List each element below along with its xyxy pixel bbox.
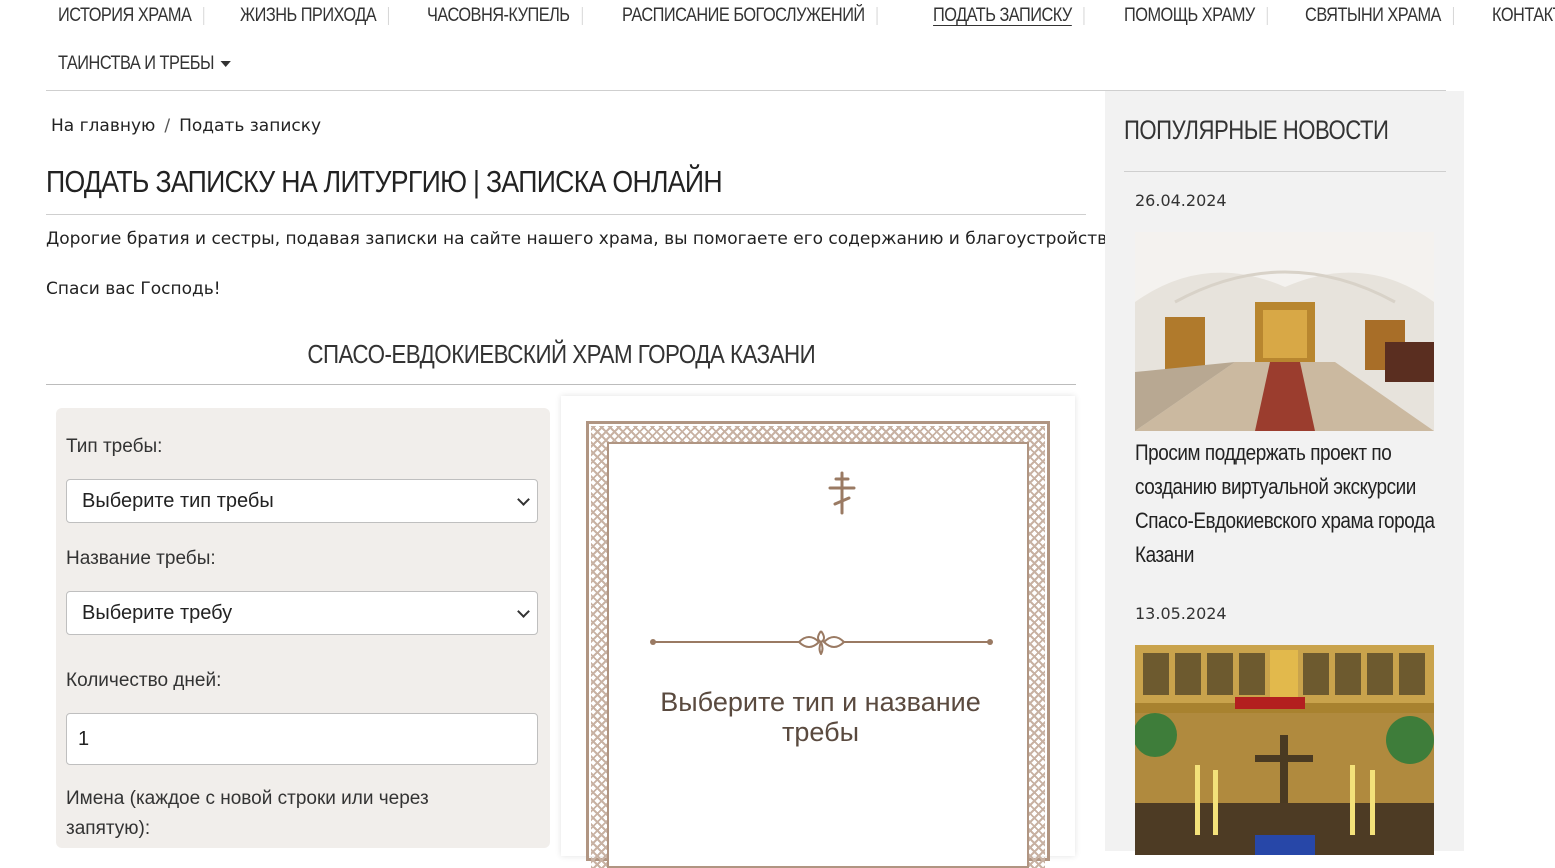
breadcrumb-separator: / [164, 116, 171, 136]
news-title-link[interactable]: Просим поддержать проект по созданию вир… [1135, 436, 1455, 572]
ornament-divider-icon [650, 630, 993, 655]
breadcrumb-current: Подать записку [179, 116, 322, 136]
sidebar-popular-news: ПОПУЛЯРНЫЕ НОВОСТИ 26.04.2024 Просим под… [1105, 91, 1464, 855]
church-interior-image [1135, 232, 1434, 431]
thanks-text: Спаси вас Господь! [46, 279, 221, 299]
section-title-text: СПАСО-ЕВДОКИЕВСКИЙ ХРАМ ГОРОДА КАЗАНИ [307, 339, 815, 369]
page-title: ПОДАТЬ ЗАПИСКУ НА ЛИТУРГИЮ | ЗАПИСКА ОНЛ… [46, 160, 1086, 215]
nav-item-submit-note[interactable]: ПОДАТЬ ЗАПИСКУ [921, 6, 1085, 25]
type-select[interactable]: Выберите тип требы [66, 479, 538, 523]
orthodox-cross-icon [828, 471, 856, 515]
main-navigation: ИСТОРИЯ ХРАМА ЖИЗНЬ ПРИХОДА ЧАСОВНЯ-КУПЕ… [46, 0, 1555, 91]
sidebar-title-text: ПОПУЛЯРНЫЕ НОВОСТИ [1124, 115, 1389, 145]
names-label-line-2: запятую): [66, 818, 151, 839]
nav-item-contacts[interactable]: КОНТАКТЫ [1480, 6, 1555, 25]
intro-text: Дорогие братия и сестры, подавая записки… [46, 229, 1123, 249]
type-label: Тип требы: [66, 436, 163, 457]
news-date: 26.04.2024 [1135, 191, 1227, 210]
chevron-down-icon [517, 493, 530, 506]
note-preview-card: Выберите тип и название требы [561, 396, 1075, 868]
nav-item-history[interactable]: ИСТОРИЯ ХРАМА [58, 6, 205, 25]
note-form-panel: Тип требы: Выберите тип требы Название т… [56, 408, 550, 848]
section-title: СПАСО-ЕВДОКИЕВСКИЙ ХРАМ ГОРОДА КАЗАНИ [46, 334, 1076, 385]
sidebar-title: ПОПУЛЯРНЫЕ НОВОСТИ [1124, 111, 1446, 172]
news-date: 13.05.2024 [1135, 604, 1227, 623]
ornamental-frame: Выберите тип и название требы [586, 421, 1050, 868]
nav-item-shrines[interactable]: СВЯТЫНИ ХРАМА [1293, 6, 1454, 25]
nav-item-schedule[interactable]: РАСПИСАНИЕ БОГОСЛУЖЕНИЙ [610, 6, 878, 25]
note-paper: Выберите тип и название требы [607, 442, 1029, 868]
nav-item-sacraments-dropdown[interactable]: ТАИНСТВА И ТРЕБЫ [58, 53, 243, 74]
days-label: Количество дней: [66, 670, 222, 691]
caret-down-icon [220, 60, 232, 67]
nav-item-parish-life[interactable]: ЖИЗНЬ ПРИХОДА [228, 6, 390, 25]
names-label-line-1: Имена (каждое с новой строки или через [66, 788, 429, 809]
news-title-text: Просим поддержать проект по созданию вир… [1135, 440, 1435, 567]
nav-row-2: ТАИНСТВА И ТРЕБЫ [58, 48, 273, 80]
nav-dropdown-label: ТАИНСТВА И ТРЕБЫ [58, 53, 214, 74]
page-title-text: ПОДАТЬ ЗАПИСКУ НА ЛИТУРГИЮ | ЗАПИСКА ОНЛ… [46, 164, 723, 199]
days-input[interactable]: 1 [66, 713, 538, 765]
name-select-value: Выберите требу [82, 601, 233, 624]
breadcrumb: На главную / Подать записку [51, 116, 321, 136]
name-label: Название требы: [66, 548, 216, 569]
nav-item-chapel-font[interactable]: ЧАСОВНЯ-КУПЕЛЬ [415, 6, 583, 25]
type-select-value: Выберите тип требы [82, 489, 274, 512]
chevron-down-icon [517, 605, 530, 618]
nav-item-help-temple[interactable]: ПОМОЩЬ ХРАМУ [1112, 6, 1268, 25]
news-image-iconostasis[interactable] [1135, 645, 1434, 855]
preview-placeholder-text: Выберите тип и название требы [660, 687, 981, 747]
days-input-value: 1 [78, 727, 90, 750]
nav-row-1: ИСТОРИЯ ХРАМА ЖИЗНЬ ПРИХОДА ЧАСОВНЯ-КУПЕ… [58, 0, 1555, 32]
breadcrumb-home-link[interactable]: На главную [51, 116, 155, 136]
name-select[interactable]: Выберите требу [66, 591, 538, 635]
news-image-church-interior[interactable] [1135, 232, 1434, 431]
iconostasis-image [1135, 645, 1434, 855]
